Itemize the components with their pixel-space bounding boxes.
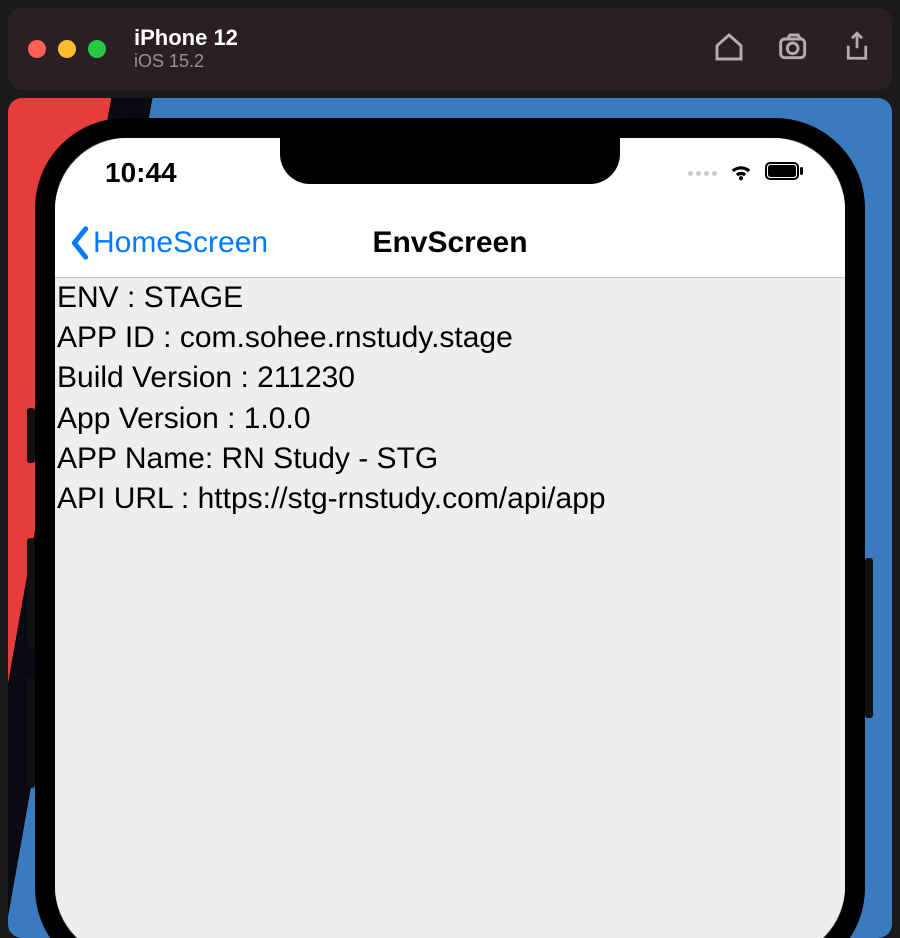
close-window-button[interactable] xyxy=(28,40,46,58)
app-version-row: App Version : 1.0.0 xyxy=(57,399,843,439)
zoom-window-button[interactable] xyxy=(88,40,106,58)
mute-switch[interactable] xyxy=(27,408,35,463)
battery-icon xyxy=(765,161,805,186)
window-traffic-lights xyxy=(28,40,106,58)
wifi-icon xyxy=(727,160,755,187)
status-time: 10:44 xyxy=(105,157,177,189)
device-name: iPhone 12 xyxy=(134,26,238,50)
simulator-title: iPhone 12 iOS 15.2 xyxy=(134,26,238,71)
minimize-window-button[interactable] xyxy=(58,40,76,58)
power-button[interactable] xyxy=(865,558,873,718)
build-version-row: Build Version : 211230 xyxy=(57,358,843,398)
volume-down-button[interactable] xyxy=(27,678,35,788)
share-icon[interactable] xyxy=(842,30,872,69)
simulator-titlebar: iPhone 12 iOS 15.2 xyxy=(8,8,892,90)
navigation-bar: HomeScreen EnvScreen xyxy=(55,208,845,278)
nav-title: EnvScreen xyxy=(372,226,527,260)
os-version: iOS 15.2 xyxy=(134,51,238,72)
phone-screen: 10:44 xyxy=(55,138,845,938)
app-name-row: APP Name: RN Study - STG xyxy=(57,439,843,479)
home-icon[interactable] xyxy=(712,31,746,68)
env-row: ENV : STAGE xyxy=(57,278,843,318)
screenshot-icon[interactable] xyxy=(776,31,812,68)
back-button[interactable]: HomeScreen xyxy=(69,226,268,260)
chevron-left-icon xyxy=(74,228,85,256)
volume-up-button[interactable] xyxy=(27,538,35,648)
phone-frame: 10:44 xyxy=(35,118,865,938)
cellular-signal-icon xyxy=(688,171,717,176)
api-url-row: API URL : https://stg-rnstudy.com/api/ap… xyxy=(57,479,843,519)
app-id-row: APP ID : com.sohee.rnstudy.stage xyxy=(57,318,843,358)
desktop-wallpaper: 10:44 xyxy=(8,98,892,938)
back-label: HomeScreen xyxy=(93,226,268,260)
screen-content: ENV : STAGE APP ID : com.sohee.rnstudy.s… xyxy=(55,278,845,938)
notch xyxy=(280,138,620,184)
